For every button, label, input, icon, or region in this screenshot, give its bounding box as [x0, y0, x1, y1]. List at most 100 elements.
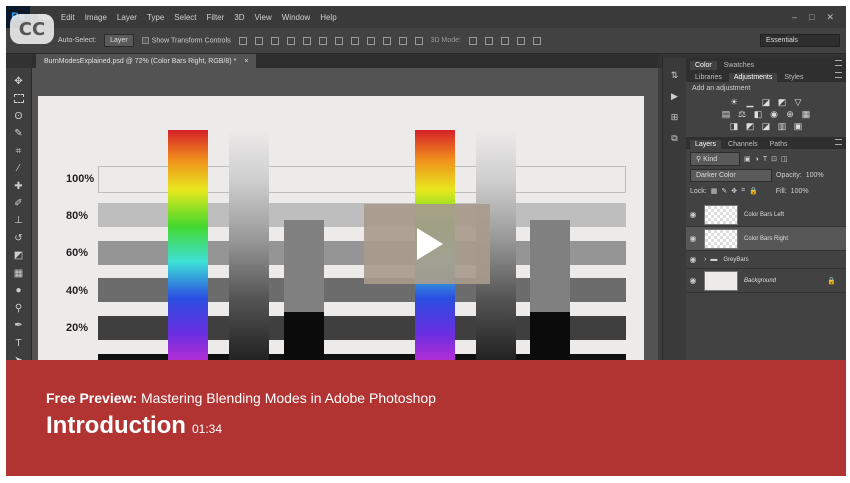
align-right-icon[interactable]	[318, 36, 327, 45]
marquee-tool-icon[interactable]	[11, 91, 27, 105]
workspace-dropdown[interactable]: Essentials	[760, 34, 840, 47]
menu-image[interactable]: Image	[85, 13, 107, 22]
tab-swatches[interactable]: Swatches	[719, 61, 759, 70]
tab-libraries[interactable]: Libraries	[690, 73, 727, 82]
opacity-value[interactable]: 100%	[806, 172, 824, 179]
tab-styles[interactable]: Styles	[779, 73, 808, 82]
menu-help[interactable]: Help	[320, 13, 336, 22]
align-bottom-icon[interactable]	[270, 36, 279, 45]
align-center-icon[interactable]	[302, 36, 311, 45]
dodge-tool-icon[interactable]: ⚲	[11, 301, 27, 315]
distribute-center-icon[interactable]	[398, 36, 407, 45]
menu-window[interactable]: Window	[282, 13, 310, 22]
vibrance-icon[interactable]: ▽	[793, 97, 803, 107]
posterize-icon[interactable]: ◩	[745, 121, 755, 131]
panel-menu-icon[interactable]	[835, 60, 842, 66]
move-tool-icon[interactable]: ✥	[11, 74, 27, 88]
color-lookup-icon[interactable]: ▦	[801, 109, 811, 119]
panel-menu-icon[interactable]	[835, 72, 842, 78]
filter-adjustment-icon[interactable]: ◑	[755, 156, 759, 163]
blur-tool-icon[interactable]: ●	[11, 284, 27, 298]
close-tab-icon[interactable]: ×	[244, 58, 248, 65]
close-window-button[interactable]: ✕	[826, 12, 834, 23]
tab-adjustments[interactable]: Adjustments	[728, 73, 778, 82]
hue-saturation-icon[interactable]: ▤	[721, 109, 731, 119]
kind-filter-dropdown[interactable]: ⚲ Kind	[690, 152, 740, 166]
menu-edit[interactable]: Edit	[61, 13, 75, 22]
quick-select-tool-icon[interactable]: ✎	[11, 126, 27, 140]
3d-roll-icon[interactable]	[485, 36, 493, 45]
blend-mode-dropdown[interactable]: Darker Color	[690, 168, 772, 182]
filter-shape-icon[interactable]: ⊡	[771, 155, 777, 163]
crop-tool-icon[interactable]: ⌗	[11, 144, 27, 158]
menu-layer[interactable]: Layer	[117, 13, 137, 22]
channel-mixer-icon[interactable]: ⊕	[785, 109, 795, 119]
chevron-right-icon[interactable]: ›	[704, 256, 706, 263]
properties-panel-icon[interactable]: ⊞	[671, 112, 679, 123]
lock-paint-icon[interactable]: ✎	[721, 187, 727, 195]
visibility-eye-icon[interactable]: ◉	[686, 210, 700, 219]
align-middle-icon[interactable]	[254, 36, 263, 45]
tab-channels[interactable]: Channels	[723, 140, 763, 149]
3d-pan-icon[interactable]	[501, 36, 509, 45]
lock-transparent-icon[interactable]: ▦	[711, 187, 718, 195]
history-brush-tool-icon[interactable]: ↺	[11, 231, 27, 245]
layer-background[interactable]: ◉ Background 🔒	[686, 269, 846, 293]
curves-icon[interactable]: ◪	[761, 97, 771, 107]
menu-select[interactable]: Select	[174, 13, 196, 22]
3d-slide-icon[interactable]	[517, 36, 525, 45]
black-white-icon[interactable]: ◧	[753, 109, 763, 119]
panel-menu-icon[interactable]	[835, 139, 842, 145]
lock-position-icon[interactable]: ✥	[731, 187, 737, 195]
invert-icon[interactable]: ◨	[729, 121, 739, 131]
brush-tool-icon[interactable]: ✐	[11, 196, 27, 210]
lasso-tool-icon[interactable]: ʘ	[11, 109, 27, 123]
pen-tool-icon[interactable]: ✒	[11, 319, 27, 333]
minimize-button[interactable]: –	[792, 12, 797, 23]
distribute-middle-icon[interactable]	[350, 36, 359, 45]
layer-color-bars-right[interactable]: ◉ Color Bars Right	[686, 227, 846, 251]
menu-view[interactable]: View	[255, 13, 272, 22]
tab-layers[interactable]: Layers	[690, 140, 722, 149]
tab-color[interactable]: Color	[690, 61, 717, 70]
color-balance-icon[interactable]: ⚖	[737, 109, 747, 119]
layer-group-greybars[interactable]: ◉ › ▬ GreyBars	[686, 251, 846, 269]
clone-stamp-tool-icon[interactable]: ⊥	[11, 214, 27, 228]
paths-panel-icon[interactable]: ⧉	[671, 133, 677, 144]
gradient-map-icon[interactable]: ▥	[777, 121, 787, 131]
lock-all-icon[interactable]: 🔒	[749, 187, 758, 195]
levels-icon[interactable]: ▁	[745, 97, 755, 107]
menu-3d[interactable]: 3D	[234, 13, 244, 22]
filter-type-icon[interactable]: T	[763, 156, 767, 163]
visibility-eye-icon[interactable]: ◉	[686, 276, 700, 285]
document-tab[interactable]: BurnModesExplained.psd @ 72% (Color Bars…	[36, 54, 257, 68]
threshold-icon[interactable]: ◪	[761, 121, 771, 131]
filter-smart-icon[interactable]: ◫	[781, 155, 788, 163]
distribute-right-icon[interactable]	[414, 36, 423, 45]
auto-select-dropdown[interactable]: Layer	[104, 34, 134, 47]
video-play-button[interactable]	[364, 204, 490, 284]
gradient-tool-icon[interactable]: ▦	[11, 266, 27, 280]
align-top-icon[interactable]	[238, 36, 247, 45]
exposure-icon[interactable]: ◩	[777, 97, 787, 107]
distribute-left-icon[interactable]	[382, 36, 391, 45]
layer-color-bars-left[interactable]: ◉ Color Bars Left	[686, 203, 846, 227]
eyedropper-tool-icon[interactable]: ⁄	[11, 161, 27, 175]
maximize-button[interactable]: □	[809, 12, 814, 23]
tab-paths[interactable]: Paths	[765, 140, 793, 149]
visibility-eye-icon[interactable]: ◉	[686, 255, 700, 264]
selective-color-icon[interactable]: ▣	[793, 121, 803, 131]
history-panel-icon[interactable]: ⇅	[671, 70, 679, 81]
menu-filter[interactable]: Filter	[207, 13, 225, 22]
type-tool-icon[interactable]: T	[11, 336, 27, 350]
3d-rotate-icon[interactable]	[469, 36, 477, 45]
eraser-tool-icon[interactable]: ◩	[11, 249, 27, 263]
document-canvas[interactable]: 100% 80% 60% 40% 20% 0%	[38, 96, 644, 368]
healing-brush-tool-icon[interactable]: ✚	[11, 179, 27, 193]
distribute-bottom-icon[interactable]	[366, 36, 375, 45]
lock-artboard-icon[interactable]: ⌗	[741, 187, 745, 195]
photo-filter-icon[interactable]: ◉	[769, 109, 779, 119]
play-actions-icon[interactable]: ▶	[671, 91, 678, 102]
align-left-icon[interactable]	[286, 36, 295, 45]
filter-pixel-icon[interactable]: ▣	[744, 155, 751, 163]
